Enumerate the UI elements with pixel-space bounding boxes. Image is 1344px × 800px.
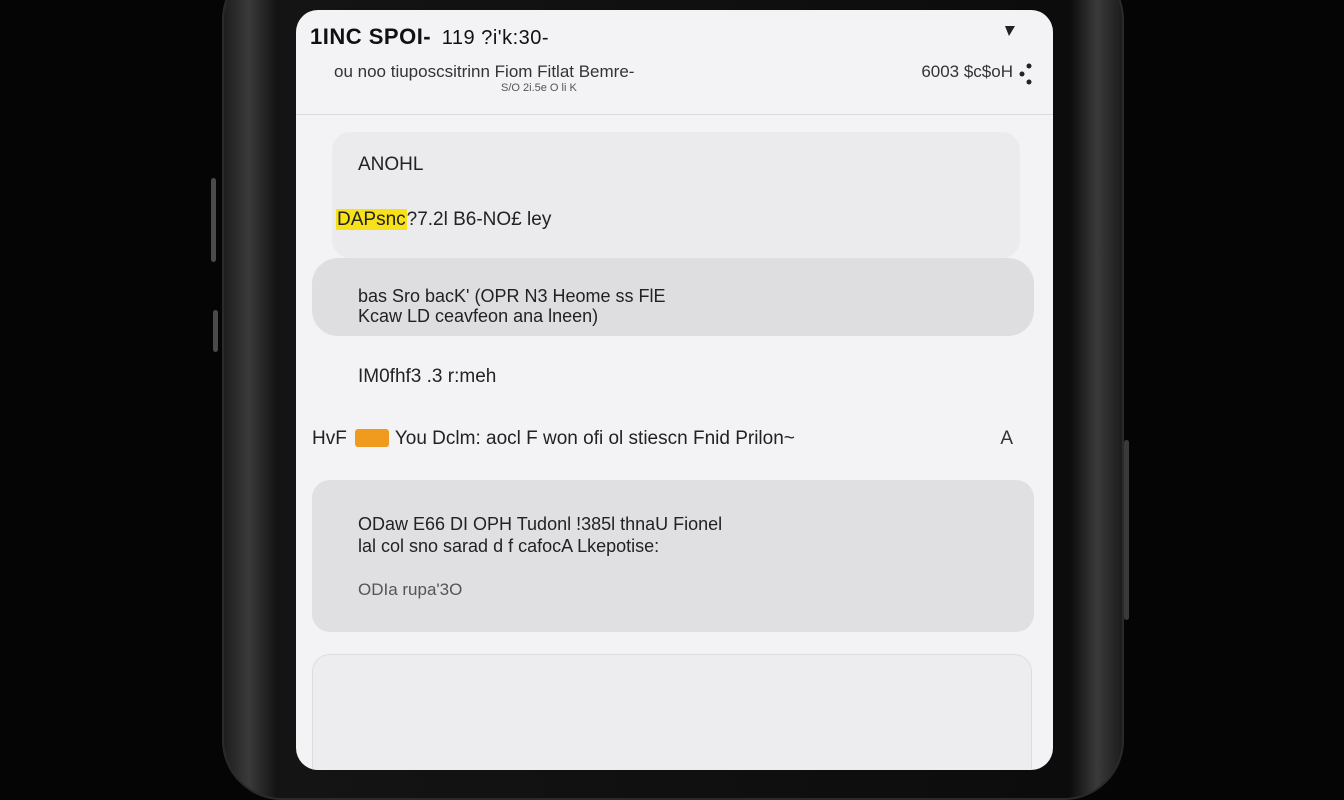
- card-primary[interactable]: ANOHL DAPsnc?7.2l B6-NO£ ley: [332, 132, 1020, 258]
- header-subtitle: ou noo tiuposcsitrinn Fiom Fitlat Bemre-: [334, 62, 635, 81]
- signal-corner-icon: [1005, 26, 1015, 36]
- expand-icon[interactable]: A: [1000, 428, 1013, 450]
- message-line-2: Kcaw LD ceavfeon ana lneen): [358, 306, 599, 326]
- notification-row[interactable]: HvF You Dclm: aocl F won ofi ol stiescn F…: [312, 428, 795, 450]
- card-empty[interactable]: [312, 654, 1032, 770]
- header-subtitle-small: S/O 2i.5e O li K: [501, 82, 577, 94]
- tag-icon: [354, 429, 389, 447]
- secondary-line-1: ODaw E66 DI OPH Tudonl !385l thnaU Fione…: [358, 514, 723, 534]
- power-button: [213, 310, 218, 352]
- status-bar: 1INC SPOI- 119 ?i'k:30-: [310, 24, 549, 50]
- card-secondary[interactable]: ODaw E66 DI OPH Tudonl !385l thnaU Fione…: [312, 480, 1034, 632]
- message-line-1: bas Sro bacK' (OPR N3 Heome ss FlE: [358, 286, 666, 306]
- volume-button: [211, 178, 216, 262]
- row-label[interactable]: IM0fhf3 .3 r:meh: [358, 366, 496, 388]
- card-detail: DAPsnc?7.2l B6-NO£ ley: [336, 209, 551, 231]
- card-message[interactable]: bas Sro bacK' (OPR N3 Heome ss FlE Kcaw …: [312, 258, 1034, 336]
- secondary-caption: ODIa rupa'3O: [358, 580, 463, 599]
- header-divider: [296, 114, 1053, 115]
- dots-icon[interactable]: [1017, 62, 1033, 86]
- card-detail-text: ?7.2l B6-NO£ ley: [406, 209, 552, 230]
- secondary-line-2: lal col sno sarad d f cafocA Lkepotise:: [358, 536, 660, 556]
- highlight-badge: DAPsnc: [336, 209, 407, 230]
- right-status: 6003 $c$oH: [921, 62, 1013, 81]
- card-title: ANOHL: [358, 154, 424, 175]
- side-button-right: [1124, 440, 1129, 620]
- notification-prefix: HvF: [312, 428, 347, 449]
- screen: 1INC SPOI- 119 ?i'k:30- ou noo tiuposcsi…: [296, 10, 1053, 770]
- time-label: 119 ?i'k:30-: [441, 27, 550, 49]
- carrier-label: 1INC SPOI-: [310, 24, 432, 49]
- notification-text: You Dclm: aocl F won ofi ol stiescn Fnid…: [394, 428, 795, 449]
